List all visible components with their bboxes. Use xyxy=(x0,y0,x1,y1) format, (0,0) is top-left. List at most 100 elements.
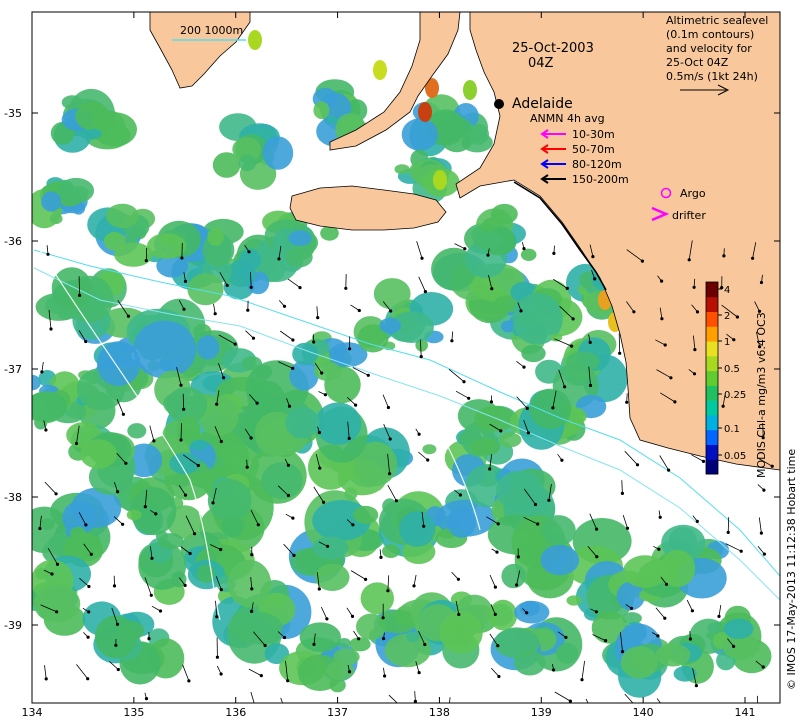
chl-patch xyxy=(41,191,62,212)
chl-patch xyxy=(673,666,697,682)
y-tick-label: -38 xyxy=(4,491,22,504)
chl-patch xyxy=(447,507,477,538)
chl-patch xyxy=(119,620,145,641)
chl-patch xyxy=(394,164,410,175)
colorbar-tick-label: 0.25 xyxy=(724,390,746,401)
chl-patch xyxy=(620,646,658,679)
x-tick-label: 141 xyxy=(735,706,756,719)
chl-patch xyxy=(541,515,576,547)
altimetry-line-5: 0.5m/s (1kt 24h) xyxy=(666,70,758,83)
chl-high-patch xyxy=(373,60,387,80)
chl-patch xyxy=(405,631,420,643)
chl-patch xyxy=(489,599,518,631)
chl-patch xyxy=(360,582,394,615)
drifter-label: drifter xyxy=(672,209,706,222)
colorbar-swatch xyxy=(706,370,718,386)
x-tick-label: 134 xyxy=(22,706,43,719)
chl-patch xyxy=(382,544,400,558)
adelaide-label: Adelaide xyxy=(512,96,573,112)
chl-patch xyxy=(262,136,294,170)
colorbar-swatch xyxy=(706,459,718,475)
colorbar-swatch xyxy=(706,282,718,298)
chl-patch xyxy=(471,438,500,456)
chl-patch xyxy=(51,267,92,310)
date-title: 25-Oct-2003 xyxy=(512,41,594,56)
x-tick-label: 135 xyxy=(123,706,144,719)
chl-patch xyxy=(33,584,81,623)
chl-patch xyxy=(529,388,572,429)
chl-patch xyxy=(566,595,582,606)
chl-patch xyxy=(312,536,349,560)
colorbar-tick-label: 0.05 xyxy=(724,451,746,462)
colorbar-swatch xyxy=(706,311,718,327)
chl-patch xyxy=(230,611,283,644)
chl-patch xyxy=(127,423,147,439)
chl-patch xyxy=(190,439,208,451)
chl-patch xyxy=(40,518,55,530)
colorbar-swatch xyxy=(706,341,718,357)
anmn-legend-label: 50-70m xyxy=(572,143,615,156)
credit-text: © IMOS 17-May-2013 11:12:38 Hobart time xyxy=(785,449,798,690)
colorbar-swatch xyxy=(706,444,718,460)
x-tick-label: 136 xyxy=(225,706,246,719)
chl-patch xyxy=(401,118,439,151)
chl-patch xyxy=(196,335,220,360)
chl-patch xyxy=(399,511,436,547)
colorbar-swatch xyxy=(706,385,718,401)
adelaide-marker xyxy=(494,99,504,109)
anmn-legend-label: 150-200m xyxy=(572,173,629,186)
argo-label: Argo xyxy=(680,187,706,200)
chl-high-patch xyxy=(418,102,432,122)
chl-patch xyxy=(313,101,330,119)
chl-high-patch xyxy=(463,80,477,100)
chl-patch xyxy=(187,273,224,306)
x-tick-label: 138 xyxy=(429,706,450,719)
colorbar-swatch xyxy=(706,326,718,342)
colorbar-tick-label: 4 xyxy=(724,285,730,296)
chl-patch xyxy=(103,231,126,251)
chl-patch xyxy=(80,439,117,469)
time-title: 04Z xyxy=(528,56,554,71)
chl-patch xyxy=(75,101,110,131)
chl-patch xyxy=(439,611,483,654)
y-tick-label: -37 xyxy=(4,363,22,376)
chl-patch xyxy=(315,402,362,445)
chl-patch xyxy=(238,154,257,172)
chl-patch xyxy=(520,248,537,261)
colorbar-swatch xyxy=(706,429,718,445)
chl-patch xyxy=(494,627,540,659)
chl-patch xyxy=(49,213,63,224)
y-tick-label: -39 xyxy=(4,619,22,632)
colorbar-title: MODIS Chl-a mg/m3 v6.4 OC3 xyxy=(755,312,768,478)
colorbar-swatch xyxy=(706,400,718,416)
colorbar-swatch xyxy=(706,414,718,431)
chl-patch xyxy=(227,559,272,608)
chl-high-patch xyxy=(248,30,262,50)
colorbar-swatch xyxy=(706,296,718,313)
y-tick-label: -36 xyxy=(4,235,22,248)
chl-patch xyxy=(540,545,580,576)
chl-patch xyxy=(133,320,197,379)
x-tick-label: 137 xyxy=(327,706,348,719)
scale-bar-label: 200 1000m xyxy=(180,24,243,37)
chl-patch xyxy=(313,361,342,382)
chl-patch xyxy=(261,462,303,500)
chl-patch xyxy=(519,600,540,616)
chl-patch xyxy=(501,563,526,589)
altimetry-line-4: 25-Oct 04Z xyxy=(666,56,729,69)
chl-patch xyxy=(497,432,522,448)
altimetry-line-3: and velocity for xyxy=(666,42,752,55)
colorbar-tick-label: 0.5 xyxy=(724,364,740,375)
chl-patch xyxy=(724,618,754,639)
chl-patch xyxy=(333,648,360,666)
chl-patch xyxy=(521,344,546,363)
chl-patch xyxy=(473,230,504,250)
chl-patch xyxy=(176,416,201,442)
altimetry-line-1: Altimetric sealevel xyxy=(666,14,768,27)
chl-patch xyxy=(468,123,489,145)
colorbar-tick-label: 2 xyxy=(724,311,730,322)
chl-patch xyxy=(315,563,350,591)
anmn-legend-label: 10-30m xyxy=(572,128,615,141)
altimetry-line-2: (0.1m contours) xyxy=(666,28,754,41)
chl-patch xyxy=(86,128,102,139)
